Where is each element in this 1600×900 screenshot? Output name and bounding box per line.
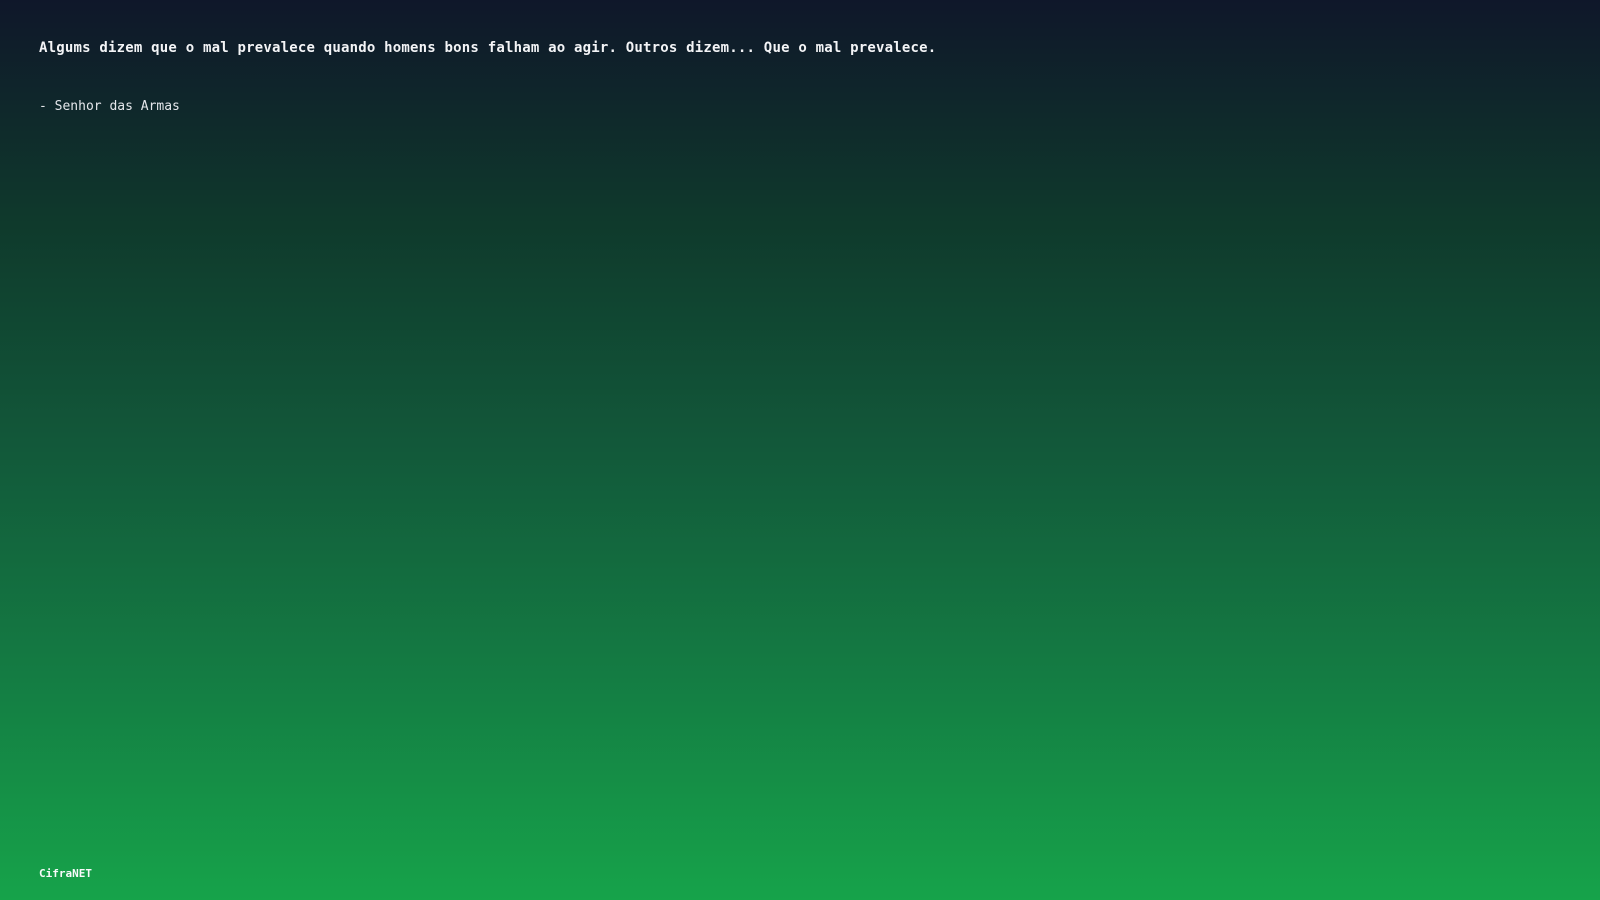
quote-author: - Senhor das Armas: [39, 99, 180, 114]
brand-label: CifraNET: [39, 867, 92, 880]
quote-text: Algums dizem que o mal prevalece quando …: [39, 40, 937, 56]
quote-block: Algums dizem que o mal prevalece quando …: [39, 38, 1439, 117]
